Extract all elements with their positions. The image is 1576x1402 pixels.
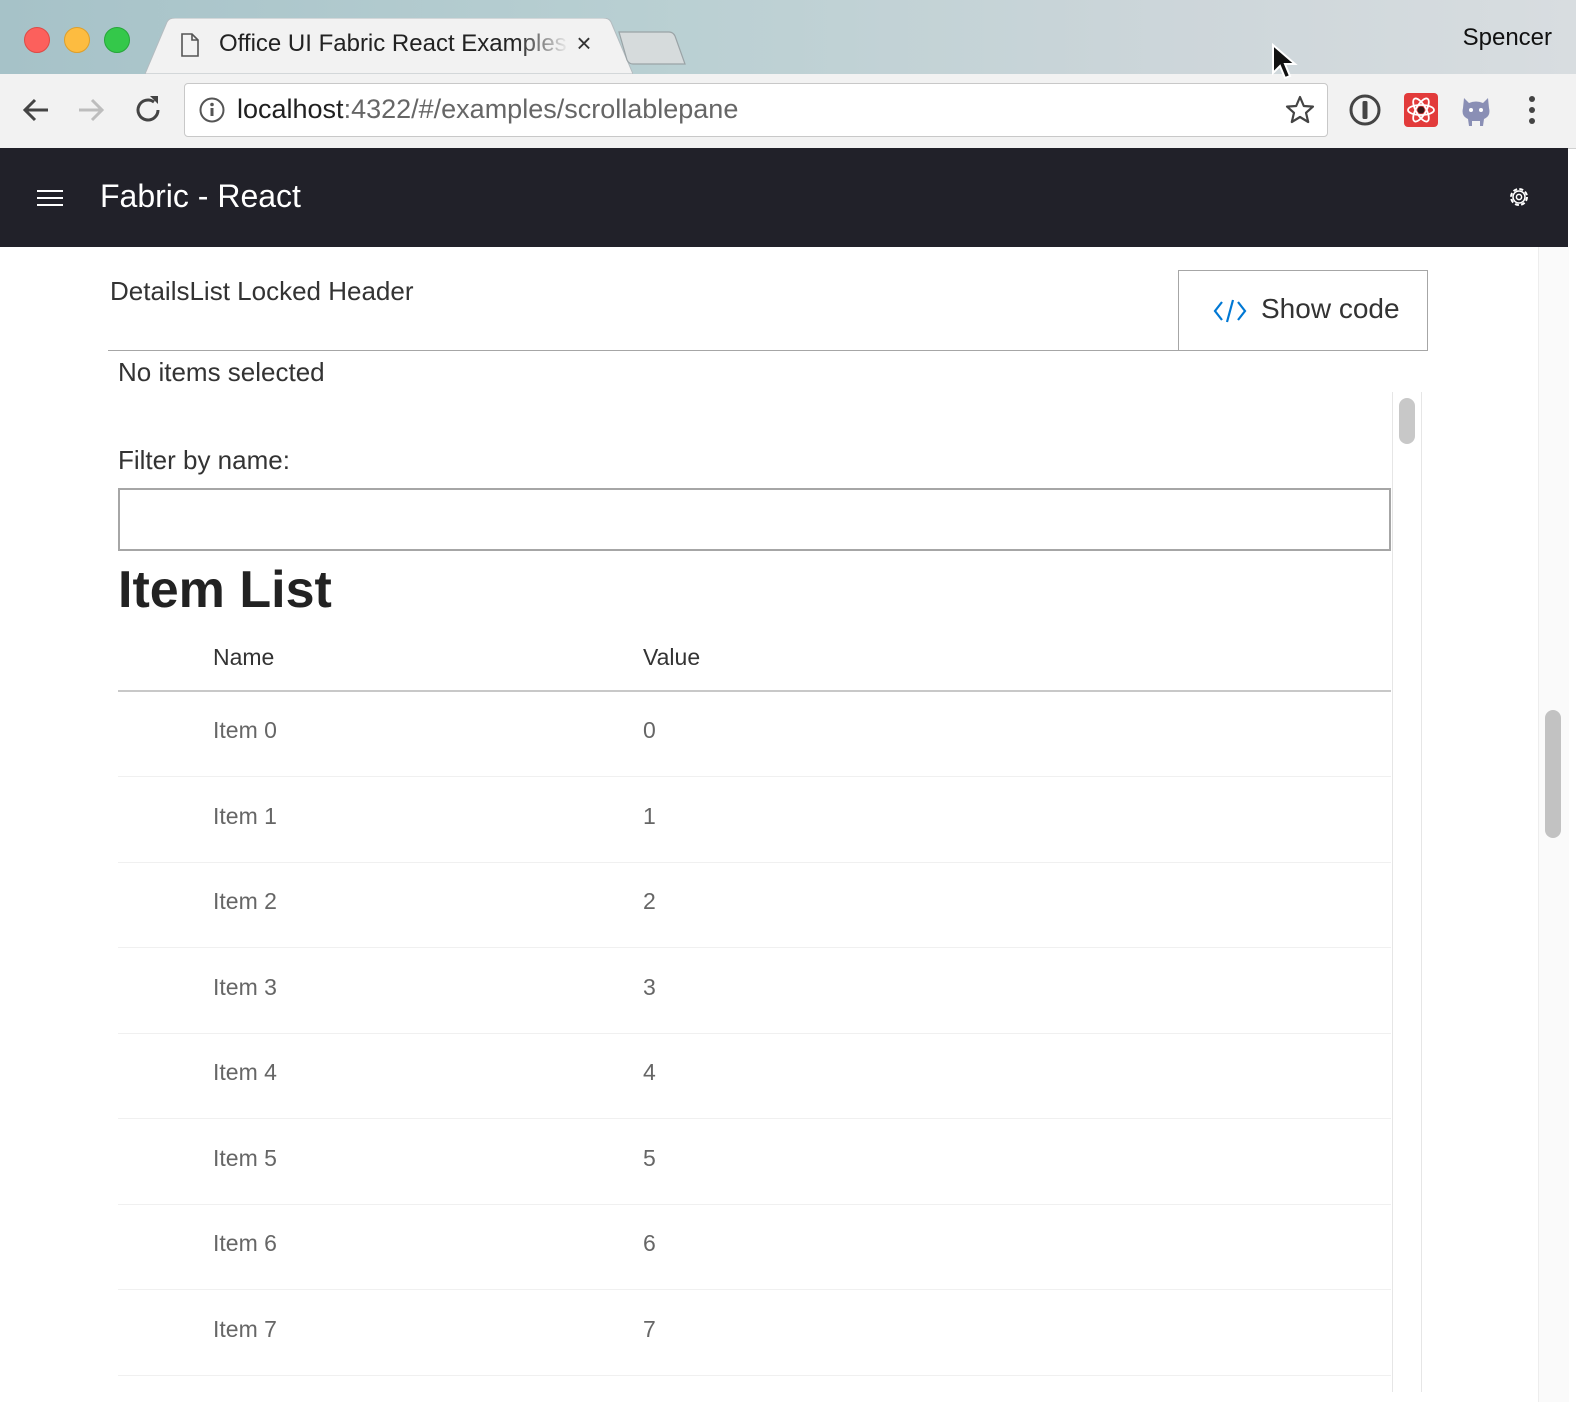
list-heading: Item List bbox=[118, 561, 332, 619]
table-row[interactable]: Item 4 4 bbox=[118, 1033, 1391, 1119]
browser-tab-strip: Office UI Fabric React Examples × Spence… bbox=[0, 0, 1576, 74]
cell-name: Item 2 bbox=[213, 888, 277, 914]
table-row[interactable]: Item 3 3 bbox=[118, 948, 1391, 1034]
app-header: Fabric - React bbox=[0, 148, 1568, 247]
browser-tab-active[interactable]: Office UI Fabric React Examples × bbox=[145, 18, 633, 74]
tab-title: Office UI Fabric React Examples bbox=[219, 30, 567, 57]
table-row[interactable]: Item 7 7 bbox=[118, 1290, 1391, 1376]
cell-value: 4 bbox=[643, 1059, 656, 1085]
hamburger-icon[interactable] bbox=[37, 188, 63, 208]
app-title[interactable]: Fabric - React bbox=[100, 178, 301, 215]
page-scrollbar-thumb[interactable] bbox=[1545, 710, 1561, 838]
window-zoom-button[interactable] bbox=[104, 27, 130, 53]
info-icon[interactable] bbox=[199, 97, 225, 123]
address-bar[interactable]: localhost:4322/#/examples/scrollablepane bbox=[184, 83, 1328, 137]
cell-name: Item 6 bbox=[213, 1230, 277, 1256]
cell-value: 7 bbox=[643, 1316, 656, 1342]
reload-icon[interactable] bbox=[130, 92, 166, 128]
filter-input[interactable] bbox=[118, 488, 1391, 551]
code-icon bbox=[1213, 299, 1247, 323]
filter-label: Filter by name: bbox=[118, 445, 290, 475]
back-arrow-icon[interactable] bbox=[18, 92, 54, 128]
column-header-value[interactable]: Value bbox=[643, 644, 700, 671]
cell-value: 0 bbox=[643, 717, 656, 743]
url-path: :4322/#/examples/scrollablepane bbox=[343, 94, 739, 124]
show-code-label: Show code bbox=[1261, 293, 1400, 324]
cell-name: Item 5 bbox=[213, 1145, 277, 1171]
new-tab-button[interactable] bbox=[617, 30, 687, 66]
show-code-button[interactable]: Show code bbox=[1178, 270, 1428, 350]
cell-name: Item 3 bbox=[213, 974, 277, 1000]
column-header-name[interactable]: Name bbox=[213, 644, 274, 671]
window-minimize-button[interactable] bbox=[64, 27, 90, 53]
cell-value: 6 bbox=[643, 1230, 656, 1256]
window-close-button[interactable] bbox=[24, 27, 50, 53]
cell-value: 2 bbox=[643, 888, 656, 914]
forward-arrow-icon[interactable] bbox=[73, 92, 109, 128]
page-icon bbox=[181, 33, 199, 57]
example-divider bbox=[108, 350, 1428, 351]
star-icon[interactable] bbox=[1285, 95, 1315, 125]
url-text[interactable]: localhost:4322/#/examples/scrollablepane bbox=[237, 94, 738, 125]
cell-value: 5 bbox=[643, 1145, 656, 1171]
table-row[interactable]: Item 0 0 bbox=[118, 691, 1391, 777]
cell-value: 3 bbox=[643, 974, 656, 1000]
cell-name: Item 4 bbox=[213, 1059, 277, 1085]
table-row[interactable]: Item 6 6 bbox=[118, 1204, 1391, 1290]
cell-value: 1 bbox=[643, 803, 656, 829]
table-row[interactable]: Item 5 5 bbox=[118, 1119, 1391, 1205]
mouse-cursor-icon bbox=[1272, 43, 1298, 80]
tab-close-icon[interactable]: × bbox=[573, 30, 595, 56]
profile-name[interactable]: Spencer bbox=[1463, 24, 1552, 52]
example-title: DetailsList Locked Header bbox=[110, 276, 414, 306]
browser-toolbar: localhost:4322/#/examples/scrollablepane bbox=[0, 74, 1576, 149]
table-row[interactable]: Item 1 1 bbox=[118, 777, 1391, 863]
react-devtools-icon[interactable] bbox=[1403, 92, 1439, 128]
cell-name: Item 0 bbox=[213, 717, 277, 743]
kebab-menu-icon[interactable] bbox=[1514, 92, 1550, 128]
octocat-icon[interactable] bbox=[1458, 92, 1494, 128]
cell-name: Item 7 bbox=[213, 1316, 277, 1342]
gear-icon[interactable] bbox=[1506, 184, 1532, 210]
selection-status: No items selected bbox=[118, 357, 325, 387]
1password-icon[interactable] bbox=[1347, 92, 1383, 128]
table-row[interactable]: Item 2 2 bbox=[118, 862, 1391, 948]
pane-scrollbar-thumb[interactable] bbox=[1399, 398, 1415, 444]
pane-scrollbar[interactable] bbox=[1392, 392, 1422, 1392]
url-host: localhost bbox=[237, 94, 344, 124]
cell-name: Item 1 bbox=[213, 803, 277, 829]
